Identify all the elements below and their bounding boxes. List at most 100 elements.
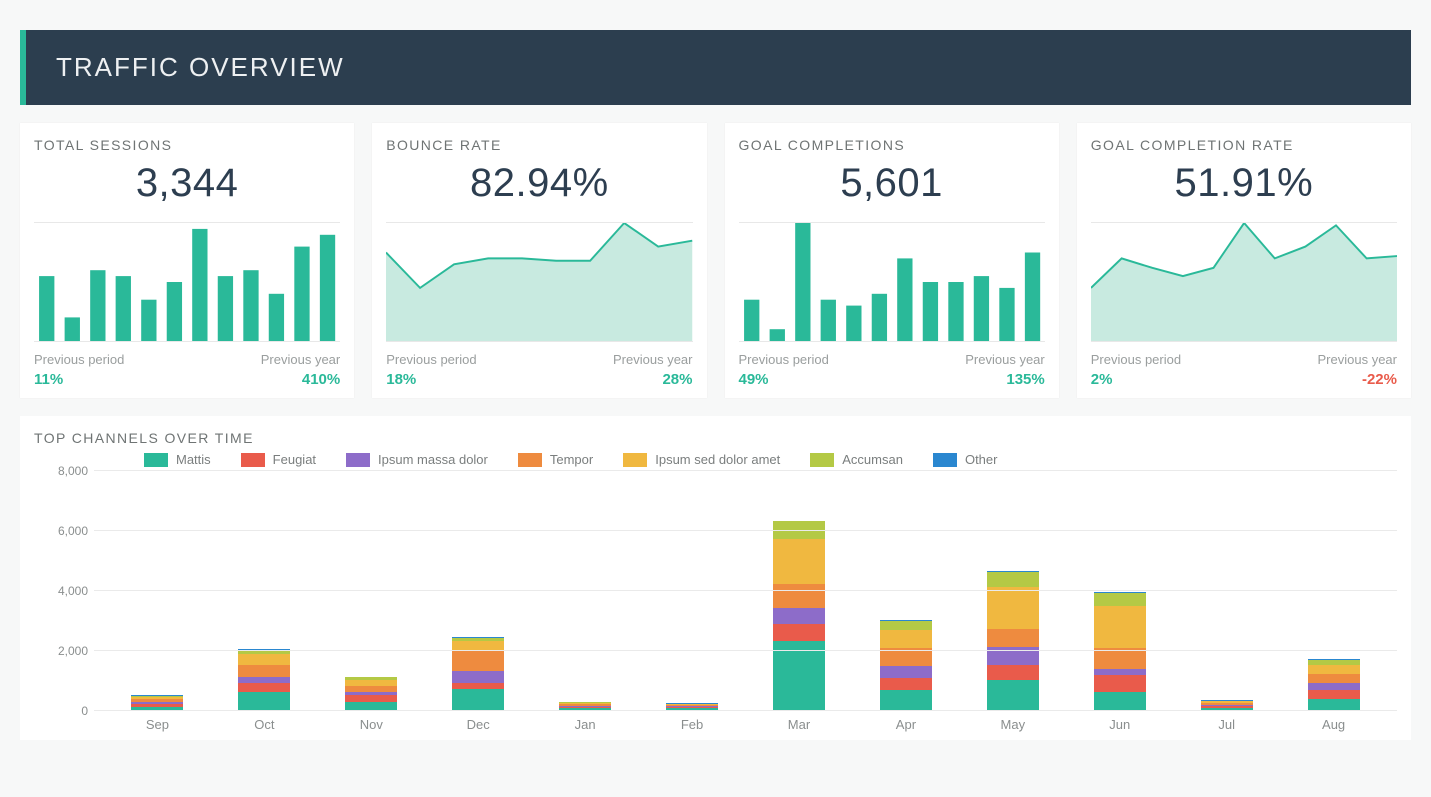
- bar-column: [104, 695, 211, 711]
- kpi-title: BOUNCE RATE: [386, 137, 692, 153]
- bar-segment: [452, 671, 504, 683]
- bar-segment: [987, 629, 1039, 647]
- bar-segment: [1308, 683, 1360, 691]
- bar-segment: [238, 683, 290, 692]
- channels-panel: TOP CHANNELS OVER TIME Mattis Feugiat Ipsu…: [20, 416, 1411, 740]
- prev-year-label: Previous year: [613, 352, 692, 367]
- plot-area: [94, 471, 1397, 711]
- gridline: [94, 650, 1397, 651]
- bar-segment: [1094, 606, 1146, 648]
- kpi-footer: Previous period18%Previous year28%: [386, 352, 692, 388]
- legend-swatch: [933, 453, 957, 467]
- kpi-title: TOTAL SESSIONS: [34, 137, 340, 153]
- bar-segment: [773, 584, 825, 608]
- kpi-footer: Previous period11%Previous year410%: [34, 352, 340, 388]
- legend-label: Tempor: [550, 452, 593, 467]
- legend-swatch: [623, 453, 647, 467]
- legend-item[interactable]: Accumsan: [810, 452, 903, 467]
- channels-title: TOP CHANNELS OVER TIME: [34, 430, 1397, 446]
- kpi-title: GOAL COMPLETION RATE: [1091, 137, 1397, 153]
- y-tick-label: 2,000: [58, 644, 88, 658]
- kpi-sparkline: [34, 222, 340, 342]
- bar-segment: [238, 692, 290, 712]
- bar-segment: [1308, 690, 1360, 699]
- legend-item[interactable]: Mattis: [144, 452, 211, 467]
- bar-segment: [1094, 692, 1146, 712]
- bar-segment: [1094, 593, 1146, 607]
- x-tick-label: Aug: [1280, 717, 1387, 732]
- x-axis: SepOctNovDecJanFebMarAprMayJunJulAug: [34, 711, 1397, 732]
- prev-period-label: Previous period: [739, 352, 829, 367]
- prev-year-label: Previous year: [965, 352, 1044, 367]
- prev-period-value: 2%: [1091, 371, 1181, 388]
- prev-period-value: 11%: [34, 371, 124, 388]
- bar-segment: [452, 641, 504, 650]
- bar-segment: [773, 608, 825, 625]
- x-tick-label: Jun: [1066, 717, 1173, 732]
- bars-row: [94, 471, 1397, 711]
- kpi-footer: Previous period2%Previous year-22%: [1091, 352, 1397, 388]
- gridline: [94, 530, 1397, 531]
- legend-item[interactable]: Ipsum massa dolor: [346, 452, 488, 467]
- x-tick-label: Feb: [639, 717, 746, 732]
- channels-chart: 02,0004,0006,0008,000: [34, 471, 1397, 711]
- legend-swatch: [241, 453, 265, 467]
- prev-year-label: Previous year: [1318, 352, 1397, 367]
- bar-column: [959, 571, 1066, 711]
- page-header: TRAFFIC OVERVIEW: [20, 30, 1411, 105]
- kpi-title: GOAL COMPLETIONS: [739, 137, 1045, 153]
- legend-item[interactable]: Feugiat: [241, 452, 316, 467]
- legend-swatch: [144, 453, 168, 467]
- x-tick-label: Nov: [318, 717, 425, 732]
- bar-column: [1280, 659, 1387, 711]
- bar-stack[interactable]: [1094, 592, 1146, 711]
- bar-stack[interactable]: [987, 571, 1039, 711]
- bar-segment: [1308, 665, 1360, 674]
- bar-segment: [880, 666, 932, 678]
- bar-stack[interactable]: [238, 649, 290, 711]
- channels-legend: Mattis Feugiat Ipsum massa dolor Tempor Ipsu…: [144, 452, 1397, 467]
- bar-stack[interactable]: [773, 521, 825, 711]
- bar-segment: [345, 695, 397, 702]
- legend-label: Accumsan: [842, 452, 903, 467]
- bar-segment: [1094, 675, 1146, 692]
- x-tick-label: May: [959, 717, 1066, 732]
- legend-swatch: [810, 453, 834, 467]
- bar-stack[interactable]: [345, 677, 397, 711]
- legend-swatch: [346, 453, 370, 467]
- x-tick-label: Mar: [746, 717, 853, 732]
- legend-swatch: [518, 453, 542, 467]
- bar-column: [852, 620, 959, 711]
- bar-segment: [1308, 674, 1360, 683]
- bar-segment: [880, 690, 932, 711]
- bar-stack[interactable]: [1308, 659, 1360, 711]
- bar-segment: [238, 654, 290, 665]
- y-tick-label: 6,000: [58, 524, 88, 538]
- page-title: TRAFFIC OVERVIEW: [56, 52, 1381, 83]
- legend-label: Ipsum massa dolor: [378, 452, 488, 467]
- bar-segment: [773, 641, 825, 712]
- bar-segment: [987, 572, 1039, 587]
- legend-item[interactable]: Tempor: [518, 452, 593, 467]
- bar-column: [1066, 592, 1173, 711]
- kpi-value: 51.91%: [1091, 161, 1397, 206]
- prev-period-label: Previous period: [34, 352, 124, 367]
- prev-period-label: Previous period: [386, 352, 476, 367]
- bar-column: [318, 677, 425, 711]
- kpi-sparkline: [739, 222, 1045, 342]
- y-tick-label: 0: [81, 704, 88, 718]
- bar-stack[interactable]: [452, 637, 504, 711]
- legend-item[interactable]: Other: [933, 452, 998, 467]
- bar-segment: [880, 621, 932, 630]
- bar-segment: [987, 665, 1039, 680]
- bar-column: [746, 521, 853, 711]
- kpi-row: TOTAL SESSIONS3,344Previous period11%Pre…: [20, 123, 1411, 398]
- bar-column: [425, 637, 532, 711]
- bar-segment: [452, 650, 504, 671]
- legend-item[interactable]: Ipsum sed dolor amet: [623, 452, 780, 467]
- bar-stack[interactable]: [880, 620, 932, 711]
- bar-stack[interactable]: [131, 695, 183, 711]
- kpi-sparkline: [386, 222, 692, 342]
- bar-segment: [452, 689, 504, 712]
- y-axis: 02,0004,0006,0008,000: [34, 471, 94, 711]
